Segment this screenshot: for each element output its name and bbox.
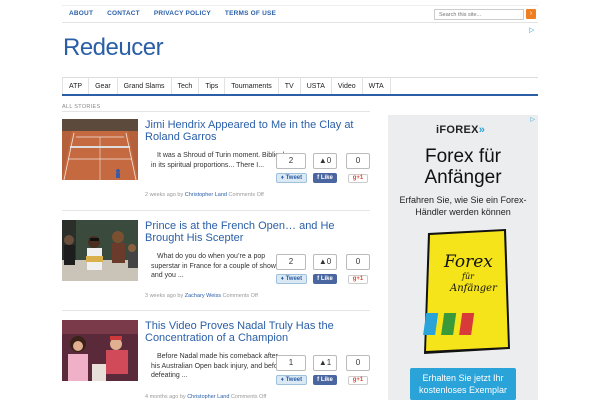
story-meta: 4 months ago by Christopher Land Comment… (145, 394, 267, 400)
facebook-like-button[interactable]: f Like (313, 173, 337, 183)
twitter-bird-icon: ♦ (280, 175, 284, 181)
story-excerpt: What do you do when you’re a pop superst… (151, 253, 280, 279)
cat-atp[interactable]: ATP (62, 78, 90, 94)
ad-book-image: Forex für Anfänger (422, 229, 512, 354)
ad-book-title: Forex (443, 252, 493, 272)
top-nav-terms[interactable]: TERMS OF USE (218, 6, 283, 24)
story-thumbnail[interactable] (62, 119, 138, 180)
story-thumbnail[interactable] (62, 320, 138, 381)
ad-cta-button[interactable]: Erhalten Sie jetzt Ihr kostenloses Exemp… (410, 368, 516, 400)
top-nav-contact[interactable]: CONTACT (100, 6, 147, 24)
story-excerpt: Before Nadal made his comeback after his… (151, 353, 284, 379)
share-buttons: 2 ▲0 0 ♦ Tweet f Like g+1 (276, 153, 372, 189)
share-buttons: 1 ▲1 0 ♦ Tweet f Like g+1 (276, 355, 372, 391)
divider (62, 210, 370, 211)
cat-tournaments[interactable]: Tournaments (225, 78, 279, 94)
facebook-like-button[interactable]: f Like (313, 274, 337, 284)
cat-wta[interactable]: WTA (363, 78, 391, 94)
adchoices-icon[interactable]: ▷ (529, 26, 534, 34)
thumbs-up-icon: ▲ (318, 257, 327, 266)
search-input[interactable] (434, 9, 524, 20)
site-logo[interactable]: Redeucer (63, 34, 164, 62)
plus-count: 0 (346, 153, 370, 169)
top-nav: ABOUT CONTACT PRIVACY POLICY TERMS OF US… (62, 6, 283, 24)
tweet-count: 2 (276, 153, 306, 169)
google-plus-button[interactable]: g+1 (348, 275, 368, 284)
story-item: Prince is at the French Open… and He Bro… (62, 220, 370, 320)
cat-tv[interactable]: TV (279, 78, 301, 94)
story-meta: 2 weeks ago by Christopher Land Comments… (145, 192, 264, 198)
tweet-count: 1 (276, 355, 306, 371)
story-thumbnail[interactable] (62, 220, 138, 281)
cat-usta[interactable]: USTA (301, 78, 332, 94)
facebook-like-button[interactable]: f Like (313, 375, 337, 385)
tweet-button[interactable]: ♦ Tweet (276, 173, 307, 183)
ad-brand-mark-icon: » (478, 124, 486, 136)
story-title[interactable]: This Video Proves Nadal Truly Has the Co… (145, 320, 370, 344)
ad-subline: Erfahren Sie, wie Sie ein Forex-Händler … (399, 195, 527, 217)
search-icon[interactable]: › (526, 9, 536, 19)
tweet-button[interactable]: ♦ Tweet (276, 274, 307, 284)
ad-headline: Forex für Anfänger (424, 146, 502, 188)
ad-brand-logo: iFOREX» (436, 124, 486, 136)
plus-count: 0 (346, 355, 370, 371)
cat-gear[interactable]: Gear (89, 78, 118, 94)
top-nav-privacy[interactable]: PRIVACY POLICY (147, 6, 218, 24)
thumbs-up-icon: ▲ (318, 358, 327, 367)
twitter-bird-icon: ♦ (280, 377, 284, 383)
google-plus-button[interactable]: g+1 (348, 376, 368, 385)
tweet-count: 2 (276, 254, 306, 270)
share-buttons: 2 ▲0 0 ♦ Tweet f Like g+1 (276, 254, 372, 290)
category-nav: ATP Gear Grand Slams Tech Tips Tournamen… (62, 77, 538, 96)
ad-book-subtitle: Anfänger (449, 283, 498, 294)
cat-video[interactable]: Video (332, 78, 363, 94)
facebook-icon: f (317, 276, 320, 282)
story-title[interactable]: Jimi Hendrix Appeared to Me in the Clay … (145, 119, 370, 143)
top-nav-about[interactable]: ABOUT (62, 6, 100, 24)
like-count: ▲1 (313, 355, 337, 371)
author-link[interactable]: Christopher Land (187, 394, 229, 400)
cat-tech[interactable]: Tech (172, 78, 200, 94)
ad-book-small: für (461, 272, 475, 281)
adchoices-icon[interactable]: ▷ (530, 116, 535, 123)
story-title[interactable]: Prince is at the French Open… and He Bro… (145, 220, 370, 244)
sidebar-ad[interactable]: ▷ iFOREX» Forex für Anfänger Erfahren Si… (388, 115, 538, 400)
like-count: ▲0 (313, 254, 337, 270)
tweet-button[interactable]: ♦ Tweet (276, 375, 307, 385)
twitter-bird-icon: ♦ (280, 276, 284, 282)
plus-count: 0 (346, 254, 370, 270)
thumbs-up-icon: ▲ (318, 156, 327, 165)
cat-grand-slams[interactable]: Grand Slams (118, 78, 172, 94)
story-item: This Video Proves Nadal Truly Has the Co… (62, 320, 370, 400)
story-meta: 3 weeks ago by Zachary Weiss Comments Of… (145, 293, 258, 299)
divider (62, 310, 370, 311)
section-label: ALL STORIES (62, 104, 101, 110)
author-link[interactable]: Christopher Land (185, 192, 227, 198)
story-item: Jimi Hendrix Appeared to Me in the Clay … (62, 119, 370, 219)
top-bar: ABOUT CONTACT PRIVACY POLICY TERMS OF US… (62, 5, 538, 23)
like-count: ▲0 (313, 153, 337, 169)
facebook-icon: f (317, 377, 320, 383)
cat-tips[interactable]: Tips (199, 78, 226, 94)
divider (62, 111, 370, 112)
author-link[interactable]: Zachary Weiss (185, 293, 221, 299)
story-excerpt: It was a Shroud of Turin moment. Biblica… (151, 152, 285, 169)
facebook-icon: f (317, 175, 320, 181)
google-plus-button[interactable]: g+1 (348, 174, 368, 183)
